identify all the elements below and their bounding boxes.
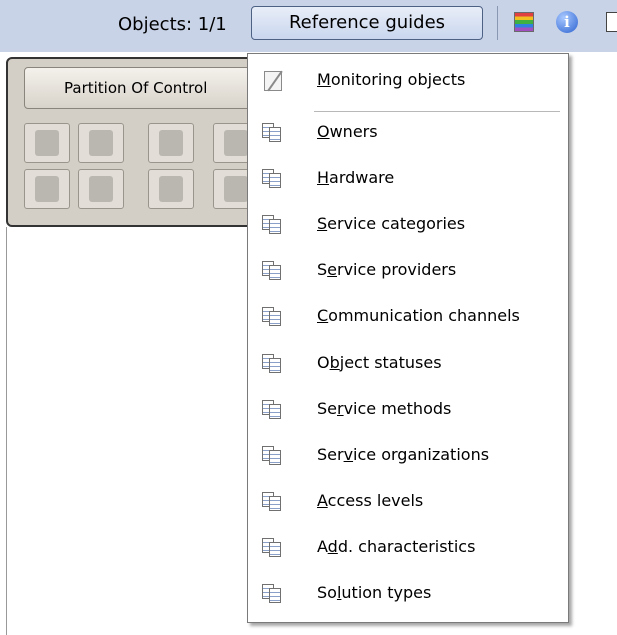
window-icon[interactable] bbox=[606, 12, 617, 32]
documents-icon bbox=[262, 538, 284, 558]
documents-icon bbox=[262, 261, 284, 281]
menu-item-label: Solution types bbox=[317, 583, 432, 602]
info-icon[interactable]: i bbox=[556, 11, 578, 33]
reference-guides-menu: Monitoring objects Owners Hardware Service … bbox=[247, 53, 569, 623]
partition-button-7[interactable] bbox=[148, 169, 194, 209]
edit-icon bbox=[262, 71, 284, 91]
users-icon bbox=[89, 176, 113, 202]
partition-button-2[interactable] bbox=[78, 123, 124, 163]
panel-divider bbox=[6, 227, 7, 635]
partition-button-1[interactable] bbox=[24, 123, 70, 163]
reference-guides-button[interactable]: Reference guides bbox=[251, 6, 483, 40]
toolbar-separator bbox=[497, 6, 498, 40]
menu-item-label: Service categories bbox=[317, 214, 466, 233]
menu-item-label: Access levels bbox=[317, 491, 424, 510]
menu-item[interactable]: Service categories bbox=[248, 203, 568, 247]
operator-icon bbox=[35, 130, 59, 156]
menu-item-label: Service methods bbox=[317, 399, 452, 418]
menu-item-label: Hardware bbox=[317, 168, 395, 187]
menu-item-label: Communication channels bbox=[317, 306, 520, 325]
menu-item[interactable]: Service methods bbox=[248, 388, 568, 432]
grid-icon bbox=[224, 130, 248, 156]
menu-item-label: Add. characteristics bbox=[317, 537, 476, 556]
documents-icon bbox=[262, 307, 284, 327]
menu-item[interactable]: Communication channels bbox=[248, 295, 568, 339]
menu-item[interactable]: Service providers bbox=[248, 249, 568, 293]
objects-count-label: Objects: 1/1 bbox=[118, 14, 227, 35]
palette-icon[interactable] bbox=[514, 12, 534, 32]
documents-icon bbox=[262, 584, 284, 604]
menu-item[interactable]: Access levels bbox=[248, 480, 568, 524]
top-toolbar: Objects: 1/1 Reference guides i bbox=[0, 0, 617, 52]
partition-of-control-button[interactable]: Partition Of Control bbox=[24, 67, 284, 109]
menu-item[interactable]: Owners bbox=[248, 111, 568, 155]
documents-transfer-icon bbox=[89, 130, 113, 156]
partition-button-6[interactable] bbox=[78, 169, 124, 209]
documents-icon bbox=[262, 215, 284, 235]
documents-icon bbox=[262, 169, 284, 189]
documents-icon bbox=[262, 492, 284, 512]
menu-item-label: Service providers bbox=[317, 260, 457, 279]
documents-icon bbox=[262, 446, 284, 466]
documents-icon bbox=[262, 400, 284, 420]
documents-icon bbox=[262, 354, 284, 374]
menu-item-label: Service organizations bbox=[317, 445, 490, 464]
archive-icon bbox=[159, 130, 183, 156]
settings-icon bbox=[224, 176, 248, 202]
menu-item[interactable]: Object statuses bbox=[248, 342, 568, 386]
menu-item-label: Owners bbox=[317, 122, 378, 141]
menu-item[interactable]: Monitoring objects bbox=[248, 59, 568, 103]
menu-item[interactable]: Add. characteristics bbox=[248, 526, 568, 570]
partition-button-5[interactable] bbox=[24, 169, 70, 209]
alarm-icon bbox=[159, 176, 183, 202]
menu-item[interactable]: Hardware bbox=[248, 157, 568, 201]
menu-item-label: Object statuses bbox=[317, 353, 442, 372]
documents-icon bbox=[262, 123, 284, 143]
partition-button-3[interactable] bbox=[148, 123, 194, 163]
camera-icon bbox=[35, 176, 59, 202]
menu-item-label: Monitoring objects bbox=[317, 70, 466, 89]
menu-item[interactable]: Service organizations bbox=[248, 434, 568, 478]
menu-item[interactable]: Solution types bbox=[248, 572, 568, 616]
